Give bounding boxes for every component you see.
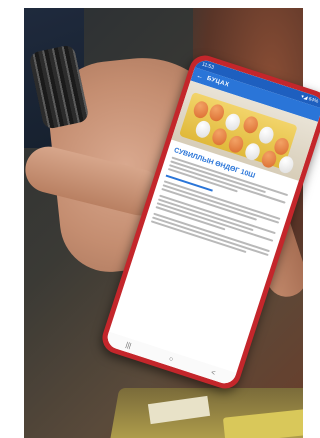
- arrow-left-icon[interactable]: ←: [195, 72, 204, 81]
- recent-apps-button[interactable]: |||: [125, 341, 132, 349]
- back-button[interactable]: <: [210, 369, 216, 377]
- home-button[interactable]: ○: [168, 355, 174, 363]
